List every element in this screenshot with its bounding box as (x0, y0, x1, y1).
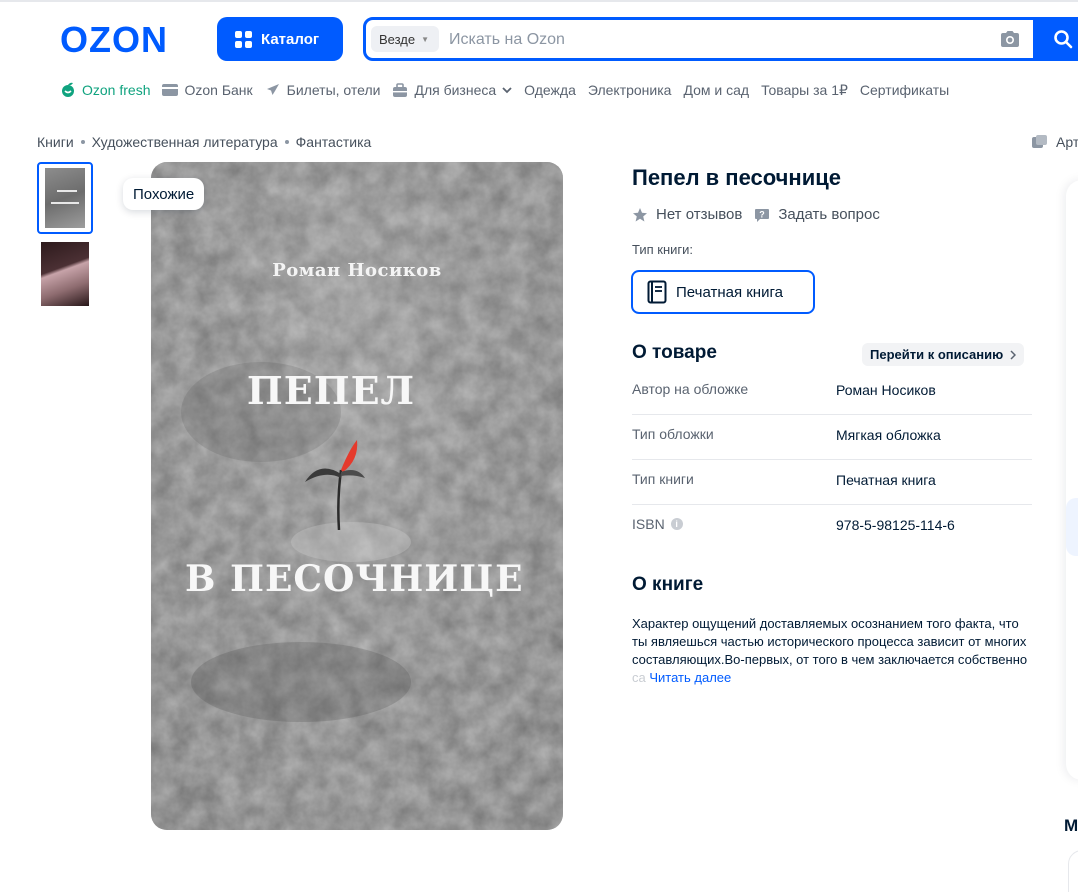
nav-item-electronics[interactable]: Электроника (588, 82, 672, 98)
caret-down-icon: ▼ (421, 34, 430, 44)
book-heading: О книге (632, 574, 704, 595)
fresh-icon (62, 82, 74, 97)
ask-question-link[interactable]: ? Задать вопрос (754, 206, 880, 223)
breadcrumb: Книги Художественная литература Фантасти… (37, 134, 371, 150)
camera-icon[interactable] (1000, 30, 1020, 48)
business-icon (393, 82, 408, 97)
spec-key-wrap: ISBN i (632, 516, 683, 532)
book-type-option-printed[interactable]: Печатная книга (631, 270, 815, 314)
star-icon (633, 207, 647, 221)
breadcrumb-separator (284, 140, 289, 144)
product-meta: Нет отзывов ? Задать вопрос (632, 206, 880, 223)
price-panel-edge (1066, 180, 1078, 780)
nav-label: Для бизнеса (414, 82, 497, 98)
nav-item-one-ruble[interactable]: Товары за 1₽ (761, 82, 848, 99)
plane-icon (266, 84, 279, 95)
promo-panel-edge (1066, 498, 1078, 556)
spec-key: Тип обложки (632, 426, 714, 442)
catalog-button[interactable]: Каталог (217, 17, 343, 61)
nav-label: Электроника (587, 82, 672, 98)
nav-label: Дом и сад (683, 82, 750, 98)
similar-label: Похожие (133, 185, 195, 203)
about-heading: О товаре (632, 342, 717, 363)
gallery-thumbnail-back[interactable] (37, 242, 93, 306)
spec-row: Тип книги Печатная книга (632, 460, 1032, 505)
spec-row: ISBN i 978-5-98125-114-6 (632, 505, 1032, 550)
nav-item-home-garden[interactable]: Дом и сад (683, 82, 749, 98)
sprout-illustration (305, 440, 365, 530)
spec-key: ISBN (632, 516, 665, 532)
nav-label: Ozon Банк (184, 82, 253, 98)
ask-question-label: Задать вопрос (778, 206, 880, 223)
copy-icon (1032, 135, 1047, 148)
seller-heading-edge: М (1064, 816, 1078, 835)
top-border (0, 0, 1078, 2)
book-type-value: Печатная книга (676, 283, 783, 301)
gallery-thumbnail-front[interactable] (37, 162, 93, 234)
book-icon (647, 280, 667, 304)
reviews-link[interactable]: Нет отзывов (632, 206, 742, 223)
nav-item-clothes[interactable]: Одежда (524, 82, 576, 98)
breadcrumb-separator (80, 140, 85, 144)
svg-text:?: ? (760, 209, 766, 219)
catalog-label: Каталог (261, 30, 320, 48)
search-submit-button[interactable] (1033, 17, 1078, 61)
chevron-right-icon (1010, 349, 1017, 360)
spec-key: Автор на обложке (632, 381, 749, 397)
book-description: Характер ощущений доставляемых осознание… (632, 615, 1037, 687)
grid-icon (235, 30, 252, 48)
product-title: Пепел в песочнице (632, 165, 841, 190)
spec-row: Тип обложки Мягкая обложка (632, 415, 1032, 460)
cover-title-line1: ПЕПЕЛ (246, 368, 416, 413)
nav-label: Сертификаты (859, 82, 950, 98)
cover-title-line2: В ПЕСОЧНИЦЕ (185, 558, 524, 600)
search-scope-select[interactable]: Везде ▼ (371, 26, 440, 52)
nav-label: Товары за 1₽ (761, 81, 848, 98)
nav-item-ozon-fresh[interactable]: Ozon fresh (60, 82, 150, 98)
article-label: Арт (1056, 134, 1078, 150)
search-scope-label: Везде (379, 31, 416, 47)
card-icon (162, 84, 179, 96)
question-icon: ? (755, 208, 770, 222)
description-text: Характер ощущений доставляемых осознание… (632, 616, 1028, 667)
breadcrumb-link[interactable]: Книги (37, 134, 74, 150)
cover-author: Роман Носиков (272, 260, 442, 281)
read-more-link[interactable]: Читать далее (649, 670, 731, 685)
goto-description-button[interactable]: Перейти к описанию (862, 343, 1025, 366)
nav-item-business[interactable]: Для бизнеса (392, 82, 512, 98)
search-icon (1054, 30, 1073, 49)
nav-label: Одежда (524, 82, 576, 98)
ozon-logo[interactable]: OZON (60, 22, 192, 56)
search-bar: Везде ▼ (363, 17, 1078, 61)
nav-item-certificates[interactable]: Сертификаты (860, 82, 949, 98)
seller-card-edge (1068, 850, 1078, 892)
info-icon[interactable]: i (670, 518, 683, 530)
spec-value: Мягкая обложка (836, 427, 941, 443)
top-nav: Ozon fresh Ozon Банк Билеты, отели Для б… (60, 80, 961, 100)
nav-label: Билеты, отели (286, 82, 381, 98)
spec-value: 978-5-98125-114-6 (836, 517, 955, 533)
spec-key: Тип книги (632, 471, 694, 487)
book-type-label: Тип книги: (632, 242, 694, 257)
similar-button[interactable]: Похожие (123, 178, 205, 210)
article-number[interactable]: Арт (1032, 134, 1078, 150)
product-main-image[interactable]: Роман Носиков ПЕПЕЛ В ПЕСОЧНИЦЕ (151, 162, 563, 830)
spec-row: Автор на обложке Роман Носиков (632, 370, 1032, 415)
spec-value: Печатная книга (836, 472, 936, 488)
chevron-down-icon (502, 86, 512, 93)
description-fade: са (632, 670, 646, 685)
nav-item-tickets[interactable]: Билеты, отели (265, 82, 381, 98)
breadcrumb-link[interactable]: Художественная литература (92, 134, 278, 150)
search-input[interactable] (449, 28, 979, 52)
nav-item-ozon-bank[interactable]: Ozon Банк (162, 82, 253, 98)
logo-text: OZON (60, 22, 168, 56)
reviews-label: Нет отзывов (656, 206, 743, 223)
nav-label: Ozon fresh (82, 82, 151, 98)
spec-value: Роман Носиков (836, 382, 936, 398)
breadcrumb-link[interactable]: Фантастика (296, 134, 372, 150)
goto-description-label: Перейти к описанию (870, 347, 1004, 362)
